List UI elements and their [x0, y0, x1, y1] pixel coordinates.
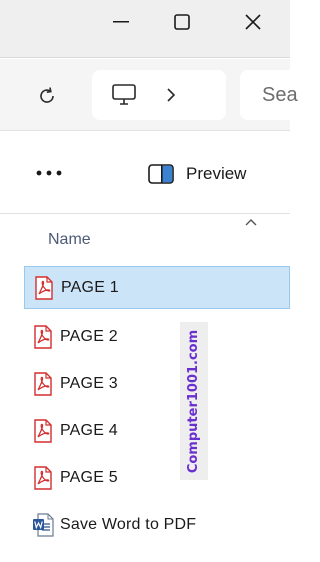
pdf-file-icon [30, 323, 56, 351]
chevron-right-icon[interactable] [166, 87, 176, 103]
title-bar [0, 0, 290, 58]
pdf-file-icon [31, 274, 57, 302]
file-name: Save Word to PDF [60, 515, 197, 533]
more-icon [36, 170, 62, 176]
name-column-header[interactable]: Name [48, 231, 91, 249]
column-header: Name [0, 215, 290, 265]
file-row-page-4[interactable]: PAGE 4 [24, 409, 290, 452]
preview-label: Preview [186, 164, 247, 183]
minimize-button[interactable] [96, 0, 146, 44]
file-row-save-word-to-pdf[interactable]: Save Word to PDF [24, 503, 290, 546]
watermark: Computer1001.com [180, 322, 208, 480]
file-name: PAGE 2 [60, 327, 118, 345]
file-name: PAGE 3 [60, 374, 118, 392]
file-row-page-5[interactable]: PAGE 5 [24, 456, 290, 499]
sort-up-icon[interactable] [244, 217, 258, 227]
file-row-page-2[interactable]: PAGE 2 [24, 315, 290, 358]
minimize-icon [113, 21, 129, 23]
maximize-button[interactable] [157, 0, 207, 44]
maximize-icon [174, 14, 190, 30]
word-file-icon [30, 511, 56, 539]
refresh-icon [40, 87, 54, 103]
watermark-text: Computer1001.com [186, 329, 202, 473]
address-bar: Sea [0, 59, 300, 131]
pdf-file-icon [30, 417, 56, 445]
preview-button[interactable]: Preview [148, 156, 246, 192]
command-bar: Preview [0, 132, 290, 214]
file-row-page-3[interactable]: PAGE 3 [24, 362, 290, 405]
refresh-button[interactable] [30, 79, 64, 113]
breadcrumb[interactable] [92, 70, 226, 120]
this-pc-icon [112, 84, 136, 105]
preview-pane-icon [148, 164, 174, 184]
pdf-file-icon [30, 464, 56, 492]
file-name: PAGE 5 [60, 468, 118, 486]
search-input[interactable]: Sea [240, 70, 300, 120]
file-row-page-1[interactable]: PAGE 1 [24, 266, 290, 309]
more-options-button[interactable] [24, 158, 74, 188]
close-icon [245, 14, 261, 30]
file-name: PAGE 1 [61, 278, 119, 296]
close-button[interactable] [228, 0, 278, 44]
pdf-file-icon [30, 370, 56, 398]
search-placeholder: Sea [262, 84, 298, 106]
file-name: PAGE 4 [60, 421, 118, 439]
file-explorer-window: Sea Preview Name PAGE 1 PAGE 2 PAGE 3 PA… [0, 0, 300, 562]
